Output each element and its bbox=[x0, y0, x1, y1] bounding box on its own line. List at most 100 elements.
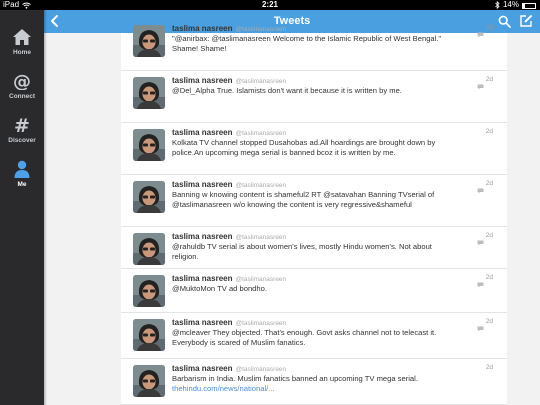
tweet-text-line: Kolkata TV channel stopped Dusahobas ad.… bbox=[172, 138, 436, 147]
tweet-list[interactable]: taslima nasreen @taslimanasreen 2d "@anirba… bbox=[121, 24, 507, 405]
author-handle: @taslimanasreen bbox=[235, 130, 287, 137]
at-icon: @ bbox=[13, 72, 31, 90]
tweet-timestamp: 2d bbox=[485, 180, 493, 187]
avatar[interactable] bbox=[133, 319, 165, 351]
status-time: 2:21 bbox=[261, 0, 278, 9]
author-handle: @taslimanasreen bbox=[235, 26, 287, 33]
sidebar: Home @ Connect # Discover Me bbox=[0, 10, 44, 405]
tweet-row[interactable]: taslima nasreen @taslimanasreen 2d @rahuldb… bbox=[121, 227, 507, 269]
sidebar-item-label: Me bbox=[17, 181, 27, 188]
person-icon bbox=[14, 160, 30, 178]
status-bar: iPad 2:21 14% bbox=[0, 0, 540, 10]
avatar[interactable] bbox=[133, 181, 165, 213]
reply-icon bbox=[477, 319, 484, 332]
tweet-text-line: religion. bbox=[172, 252, 199, 261]
tweet-text-line: @Del_Alpha True. Islamists don't want it… bbox=[172, 86, 402, 95]
compose-icon[interactable] bbox=[519, 14, 533, 28]
panel-margin-right bbox=[507, 33, 540, 405]
tweets-panel: Tweets taslima nasreen @taslimanasreen 2d "… bbox=[44, 10, 540, 405]
tweet-text: @Del_Alpha True. Islamists don't want it… bbox=[172, 86, 472, 96]
avatar[interactable] bbox=[133, 25, 165, 57]
tweet-timestamp: 2d bbox=[485, 318, 493, 325]
sidebar-item-home[interactable]: Home bbox=[0, 28, 44, 56]
tweet-text: Banning w knowing content is shameful2 R… bbox=[172, 190, 472, 210]
sidebar-item-label: Discover bbox=[8, 137, 36, 144]
reply-icon bbox=[477, 275, 484, 288]
tweet-row[interactable]: taslima nasreen @taslimanasreen 2d Banning … bbox=[121, 175, 507, 227]
bluetooth-icon bbox=[495, 1, 500, 9]
avatar[interactable] bbox=[133, 77, 165, 109]
tweet-author: taslima nasreen @taslimanasreen bbox=[172, 318, 286, 327]
tweet-row[interactable]: taslima nasreen @taslimanasreen 2d Kolkata … bbox=[121, 123, 507, 175]
tweet-timestamp: 2d bbox=[485, 364, 493, 371]
tweet-text-line: @taslimanasreen w/o knowing the content … bbox=[172, 200, 412, 209]
author-handle: @taslimanasreen bbox=[235, 366, 287, 373]
author-name: taslima nasreen bbox=[172, 318, 233, 327]
author-handle: @taslimanasreen bbox=[235, 234, 287, 241]
tweet-row[interactable]: taslima nasreen @taslimanasreen 2d @Del_Alp… bbox=[121, 71, 507, 123]
tweet-author: taslima nasreen @taslimanasreen bbox=[172, 274, 286, 283]
tweet-timestamp: 2d bbox=[485, 232, 493, 239]
tweet-text-line: @mcleaver They objected. That's enough. … bbox=[172, 328, 437, 337]
tweet-text: "@anirbax: @taslimanasreen Welcome to th… bbox=[172, 34, 472, 54]
tweet-text-line: Barbarism in India. Muslim fanatics bann… bbox=[172, 374, 418, 383]
status-right: 14% bbox=[495, 0, 536, 10]
home-icon bbox=[13, 29, 31, 45]
tweet-text-line: Banning w knowing content is shameful2 R… bbox=[172, 190, 435, 199]
sidebar-item-label: Home bbox=[12, 49, 32, 56]
author-handle: @taslimanasreen bbox=[235, 182, 287, 189]
reply-icon bbox=[477, 181, 484, 194]
author-name: taslima nasreen bbox=[172, 364, 233, 373]
author-name: taslima nasreen bbox=[172, 274, 233, 283]
author-name: taslima nasreen bbox=[172, 180, 233, 189]
panel-shadow bbox=[44, 10, 47, 405]
reply-icon bbox=[477, 25, 484, 38]
tweet-row[interactable]: taslima nasreen @taslimanasreen 2d @mcleave… bbox=[121, 313, 507, 359]
tweet-timestamp: 2d bbox=[485, 274, 493, 281]
avatar[interactable] bbox=[133, 275, 165, 307]
tweet-timestamp: 2d bbox=[485, 24, 493, 31]
tweet-text: @MuktoMon TV ad bondho. bbox=[172, 284, 472, 294]
tweet-timestamp: 2d bbox=[485, 76, 493, 83]
sidebar-item-label: Connect bbox=[9, 93, 35, 100]
tweet-text: Barbarism in India. Muslim fanatics bann… bbox=[172, 374, 472, 394]
reply-icon bbox=[477, 77, 484, 90]
tweet-row[interactable]: taslima nasreen @taslimanasreen 2d Barbaris… bbox=[121, 359, 507, 405]
tweet-timestamp: 2d bbox=[485, 128, 493, 135]
tweet-author: taslima nasreen @taslimanasreen bbox=[172, 24, 286, 33]
tweet-text-line: police.An upcoming mega serial is banned… bbox=[172, 148, 396, 157]
avatar[interactable] bbox=[133, 129, 165, 161]
battery-icon bbox=[522, 2, 536, 9]
tweet-text: @rahuldb TV serial is about women's live… bbox=[172, 242, 472, 262]
tweet-link[interactable]: thehindu.com/news/national/... bbox=[172, 384, 472, 394]
author-name: taslima nasreen bbox=[172, 128, 233, 137]
author-handle: @taslimanasreen bbox=[235, 276, 287, 283]
hashtag-icon: # bbox=[14, 116, 30, 134]
avatar[interactable] bbox=[133, 233, 165, 265]
tweet-row[interactable]: taslima nasreen @taslimanasreen 2d @MuktoMo… bbox=[121, 269, 507, 313]
author-name: taslima nasreen bbox=[172, 24, 233, 33]
svg-text:@: @ bbox=[13, 72, 31, 90]
tweet-author: taslima nasreen @taslimanasreen bbox=[172, 364, 286, 373]
panel-margin-left bbox=[44, 33, 121, 405]
sidebar-item-connect[interactable]: @ Connect bbox=[0, 72, 44, 100]
tweet-text: @mcleaver They objected. That's enough. … bbox=[172, 328, 472, 348]
tweet-text-line: @rahuldb TV serial is about women's live… bbox=[172, 242, 432, 251]
tweet-author: taslima nasreen @taslimanasreen bbox=[172, 76, 286, 85]
author-name: taslima nasreen bbox=[172, 232, 233, 241]
tweet-text-line: @MuktoMon TV ad bondho. bbox=[172, 284, 267, 293]
tweet-author: taslima nasreen @taslimanasreen bbox=[172, 180, 286, 189]
avatar[interactable] bbox=[133, 365, 165, 397]
svg-text:#: # bbox=[14, 116, 30, 134]
sidebar-item-discover[interactable]: # Discover bbox=[0, 116, 44, 144]
battery-percent: 14% bbox=[502, 0, 519, 9]
author-name: taslima nasreen bbox=[172, 76, 233, 85]
reply-icon bbox=[477, 233, 484, 246]
tweet-text-line: Shame! Shame! bbox=[172, 44, 227, 53]
author-handle: @taslimanasreen bbox=[235, 320, 287, 327]
author-handle: @taslimanasreen bbox=[235, 78, 287, 85]
tweet-text-line: Everybody is scared of Muslim fanatics. bbox=[172, 338, 306, 347]
tweet-text: Kolkata TV channel stopped Dusahobas ad.… bbox=[172, 138, 472, 158]
sidebar-item-me[interactable]: Me bbox=[0, 160, 44, 188]
tweet-row[interactable]: taslima nasreen @taslimanasreen 2d "@anirba… bbox=[121, 19, 507, 71]
